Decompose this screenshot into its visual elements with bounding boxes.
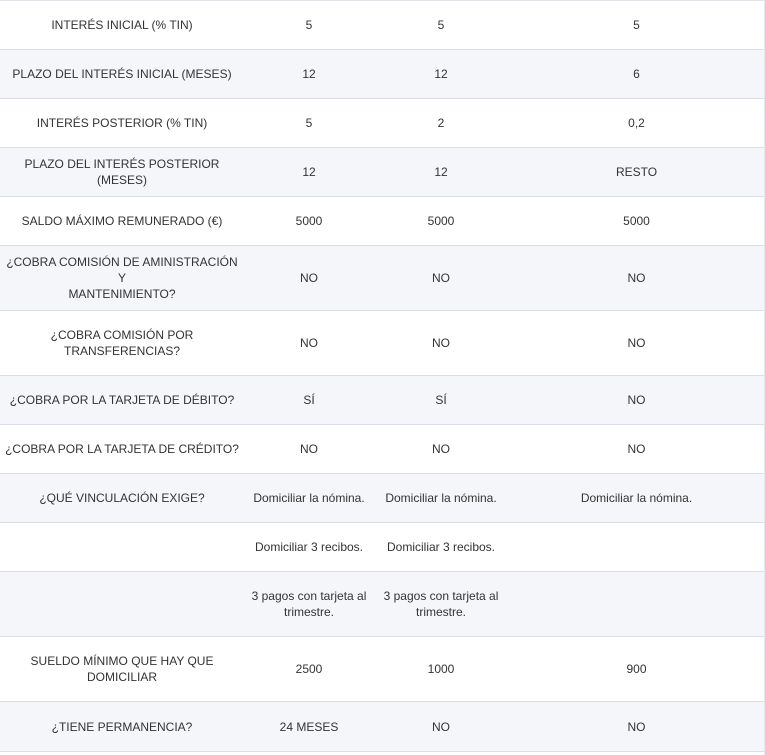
row-value-3: 5 [633, 18, 640, 32]
row-value-2: NO [432, 719, 450, 734]
row-value-2: Domiciliar la nómina. [385, 491, 497, 505]
table-row-tarjeta-debito: ¿COBRA POR LA TARJETA DE DÉBITO? SÍ SÍ N… [0, 376, 765, 425]
row-value-3: 6 [633, 67, 640, 81]
row-value-3: 0,2 [628, 116, 645, 130]
row-value-1: 5000 [295, 214, 323, 228]
row-label: SUELDO MÍNIMO QUE HAY QUE DOMICILIAR [30, 654, 214, 684]
row-value-2: NO [432, 271, 450, 285]
row-value-1: NO [300, 442, 318, 456]
row-label: ¿COBRA COMISIÓN DE AMINISTRACIÓN Y MANTE… [6, 255, 238, 301]
row-value-1: Domiciliar la nómina. [253, 491, 365, 505]
row-value-1: 12 [302, 67, 316, 81]
table-row-plazo-interes-inicial: PLAZO DEL INTERÉS INICIAL (MESES) 12 12 … [0, 50, 765, 99]
row-value-3: NO [627, 719, 646, 734]
row-value-2: Domiciliar 3 recibos. [386, 540, 496, 554]
row-value-1: 2500 [295, 662, 323, 676]
table-row-saldo-maximo: SALDO MÁXIMO REMUNERADO (€) 5000 5000 50… [0, 197, 765, 246]
table-row-interes-posterior: INTERÉS POSTERIOR (% TIN) 5 2 0,2 [0, 99, 765, 148]
row-label: ¿COBRA COMISIÓN POR TRANSFERENCIAS? [50, 328, 194, 358]
table-row-comision-administracion: ¿COBRA COMISIÓN DE AMINISTRACIÓN Y MANTE… [0, 246, 765, 311]
row-value-2: 12 [434, 165, 448, 179]
row-value-1: 3 pagos con tarjeta al trimestre. [251, 589, 367, 619]
table-row-permanencia: ¿TIENE PERMANENCIA? 24 MESES NO NO [0, 702, 765, 752]
row-value-2: NO [432, 442, 450, 456]
row-value-1: 24 MESES [279, 719, 339, 734]
row-value-1: NO [300, 336, 318, 350]
row-label: ¿COBRA POR LA TARJETA DE CRÉDITO? [5, 442, 239, 456]
row-value-1: 12 [302, 165, 316, 179]
row-value-1: NO [300, 271, 318, 285]
row-label: ¿TIENE PERMANENCIA? [51, 719, 193, 734]
table-row-interes-inicial: INTERÉS INICIAL (% TIN) 5 5 5 [0, 1, 765, 50]
row-value-1: Domiciliar 3 recibos. [254, 540, 364, 554]
row-value-2: 2 [437, 116, 445, 130]
row-value-3: NO [627, 271, 646, 285]
row-value-3: Domiciliar la nómina. [580, 491, 693, 505]
table-row-vinculacion: ¿QUÉ VINCULACIÓN EXIGE? Domiciliar la nó… [0, 474, 765, 523]
row-value-3: NO [627, 393, 646, 407]
comparison-table: INTERÉS INICIAL (% TIN) 5 5 5 PLAZO DEL … [0, 0, 765, 755]
table-row-comision-transferencias: ¿COBRA COMISIÓN POR TRANSFERENCIAS? NO N… [0, 311, 765, 376]
row-value-1: 5 [305, 116, 313, 130]
row-label: PLAZO DEL INTERÉS POSTERIOR (MESES) [24, 157, 220, 187]
row-value-3: 5000 [623, 214, 650, 228]
row-value-2: 5000 [427, 214, 455, 228]
row-value-2: 12 [434, 67, 448, 81]
row-value-2: SÍ [435, 393, 447, 407]
row-label: ¿COBRA POR LA TARJETA DE DÉBITO? [9, 393, 235, 407]
table-row-plazo-interes-posterior: PLAZO DEL INTERÉS POSTERIOR (MESES) 12 1… [0, 148, 765, 197]
row-value-3: RESTO [615, 165, 658, 179]
row-value-3: NO [627, 442, 646, 456]
table-row-vinculacion-tarjeta: 3 pagos con tarjeta al trimestre. 3 pago… [0, 572, 765, 637]
table-row-vinculacion-recibos: Domiciliar 3 recibos. Domiciliar 3 recib… [0, 523, 765, 572]
row-label: PLAZO DEL INTERÉS INICIAL (MESES) [12, 67, 232, 81]
row-label: INTERÉS POSTERIOR (% TIN) [36, 116, 208, 130]
row-value-3: 900 [626, 662, 647, 676]
row-value-1: 5 [305, 18, 313, 32]
table-row-tarjeta-credito: ¿COBRA POR LA TARJETA DE CRÉDITO? NO NO … [0, 425, 765, 474]
table-row-sueldo-minimo: SUELDO MÍNIMO QUE HAY QUE DOMICILIAR 250… [0, 637, 765, 702]
row-value-1: SÍ [303, 393, 315, 407]
row-value-3: NO [627, 336, 646, 350]
row-value-2: NO [432, 336, 450, 350]
row-label: SALDO MÁXIMO REMUNERADO (€) [21, 214, 223, 228]
row-label: ¿QUÉ VINCULACIÓN EXIGE? [39, 491, 205, 505]
row-label: INTERÉS INICIAL (% TIN) [51, 18, 193, 32]
row-value-2: 3 pagos con tarjeta al trimestre. [383, 589, 499, 619]
row-value-2: 1000 [427, 662, 455, 676]
row-value-2: 5 [437, 18, 445, 32]
